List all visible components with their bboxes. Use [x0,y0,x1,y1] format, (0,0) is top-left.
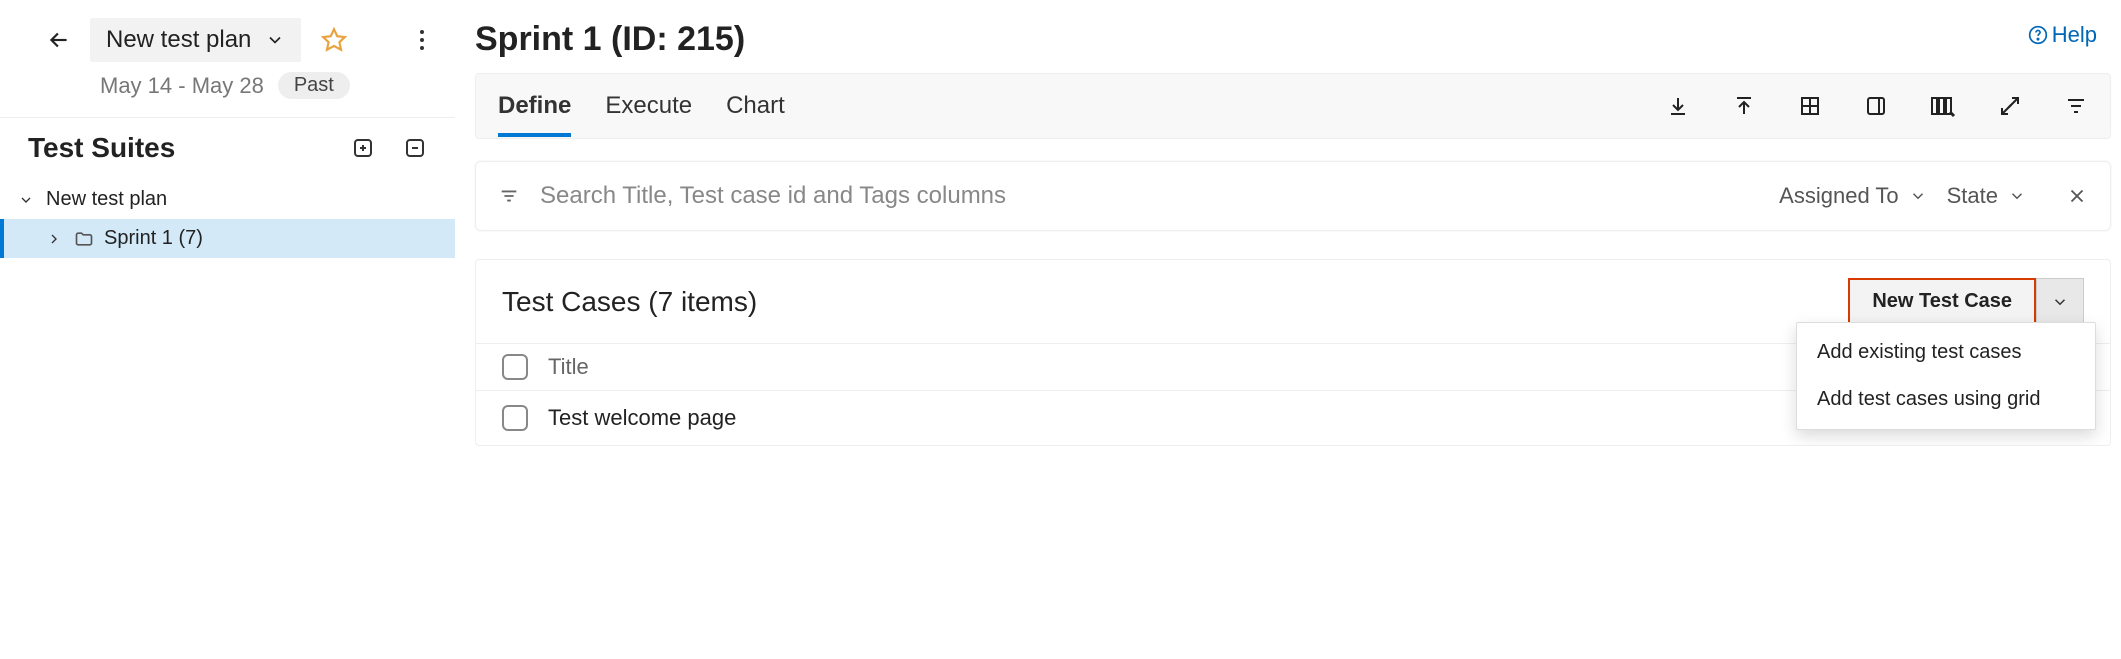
suites-header: Test Suites [0,117,455,174]
state-filter[interactable]: State [1947,183,2026,209]
main-panel: Help Sprint 1 (ID: 215) Define Execute C… [455,0,2121,659]
tabs-toolbar: Define Execute Chart [475,73,2111,139]
suite-tree: New test plan Sprint 1 (7) [0,174,455,258]
help-label: Help [2052,22,2097,48]
import-icon[interactable] [1666,94,1690,118]
left-panel: New test plan May 14 - May 28 Past Test … [0,0,455,659]
plan-header: New test plan [0,0,455,72]
row-title: Test welcome page [548,405,1864,431]
suites-title: Test Suites [28,132,175,164]
select-all-checkbox[interactable] [502,354,528,380]
plan-name: New test plan [106,26,251,54]
chevron-down-icon [18,192,36,208]
tree-child-selected[interactable]: Sprint 1 (7) [0,219,455,258]
filter-icon[interactable] [2064,94,2088,118]
chevron-right-icon [46,231,64,247]
menu-add-existing[interactable]: Add existing test cases [1797,329,2095,376]
search-bar: Assigned To State [475,161,2111,231]
chevron-down-icon [265,30,285,50]
new-test-case-menu: Add existing test cases Add test cases u… [1796,322,2096,430]
tab-define[interactable]: Define [498,76,571,136]
search-input[interactable] [540,182,1759,210]
fullscreen-icon[interactable] [1998,94,2022,118]
help-link[interactable]: Help [2028,22,2097,48]
tree-root-label: New test plan [46,188,167,211]
favorite-star-icon[interactable] [321,27,347,53]
tab-execute[interactable]: Execute [605,76,692,136]
page-title: Sprint 1 (ID: 215) [475,20,2111,59]
collapse-suite-icon[interactable] [403,136,427,160]
side-panel-icon[interactable] [1864,94,1888,118]
status-badge: Past [278,72,350,99]
assigned-to-label: Assigned To [1779,183,1898,209]
tab-chart[interactable]: Chart [726,76,785,136]
more-menu-icon[interactable] [419,28,425,52]
plan-date-row: May 14 - May 28 Past [0,72,455,117]
tree-child-label: Sprint 1 (7) [104,227,203,250]
assigned-to-filter[interactable]: Assigned To [1779,183,1926,209]
new-test-case-button[interactable]: New Test Case [1848,278,2036,325]
add-suite-icon[interactable] [351,136,375,160]
plan-date-range: May 14 - May 28 [100,73,264,99]
cases-title: Test Cases (7 items) [502,286,757,318]
row-checkbox[interactable] [502,405,528,431]
column-options-icon[interactable] [1930,94,1956,118]
grid-icon[interactable] [1798,94,1822,118]
folder-icon [74,229,94,249]
test-cases-card: Test Cases (7 items) New Test Case Add e… [475,259,2111,446]
back-icon[interactable] [46,27,72,53]
menu-add-grid[interactable]: Add test cases using grid [1797,376,2095,423]
export-icon[interactable] [1732,94,1756,118]
filter-lines-icon [498,185,520,207]
clear-filter-icon[interactable] [2066,185,2088,207]
tree-root[interactable]: New test plan [0,180,455,219]
new-test-case-dropdown[interactable] [2036,278,2084,325]
col-title[interactable]: Title [548,354,1864,380]
plan-selector[interactable]: New test plan [90,18,301,62]
state-label: State [1947,183,1998,209]
